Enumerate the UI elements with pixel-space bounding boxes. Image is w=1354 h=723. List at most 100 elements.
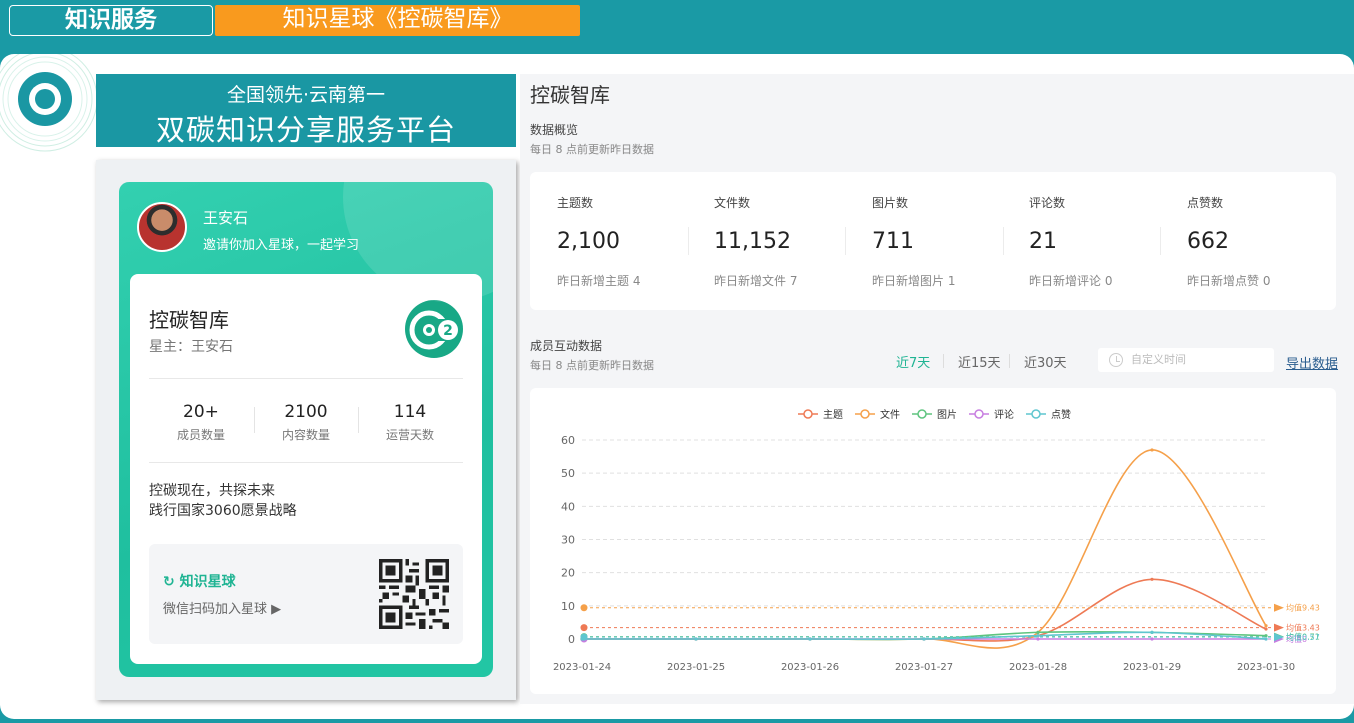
overview-images: 图片数 711 昨日新增图片 1 <box>845 194 1003 289</box>
custom-time-input[interactable]: 自定义时间 <box>1098 348 1274 372</box>
custom-time-placeholder: 自定义时间 <box>1131 353 1186 366</box>
legend-label: 文件 <box>880 408 900 421</box>
average-arrow <box>1274 623 1284 632</box>
range-divider <box>1009 354 1010 368</box>
tab-knowledge-planet[interactable]: 知识星球《控碳智库》 <box>215 5 580 36</box>
x-tick-label: 2023-01-25 <box>667 662 725 673</box>
overview-title: 数据概览 <box>530 123 579 137</box>
scan-to-join: 微信扫码加入星球 ▶ <box>163 602 282 617</box>
overview-label: 文件数 <box>714 196 751 210</box>
average-arrow <box>1274 603 1284 612</box>
tab-knowledge-service[interactable]: 知识服务 <box>9 5 213 36</box>
y-tick-label: 20 <box>561 567 575 580</box>
overview-value: 11,152 <box>714 229 791 254</box>
y-tick-label: 0 <box>568 633 575 646</box>
interaction-chart-card: 0 10 20 30 40 50 60 2023-01-24 2023-01-25 2023-01… <box>530 388 1336 694</box>
overview-files: 文件数 11,152 昨日新增文件 7 <box>687 194 845 289</box>
data-point <box>1264 624 1268 628</box>
data-point <box>1150 637 1154 641</box>
refresh-icon: ↻ <box>163 574 175 590</box>
platform-banner: 全国领先·云南第一 双碳知识分享服务平台 <box>96 74 516 147</box>
overview-increase: 昨日新增评论 0 <box>1029 274 1113 288</box>
overview-comments: 评论数 21 昨日新增评论 0 <box>1002 194 1160 289</box>
legend-marker <box>1031 409 1041 419</box>
zsxq-brand: ↻ 知识星球 <box>163 571 236 591</box>
average-label: 均值9.43 <box>1286 603 1320 613</box>
data-point <box>1150 448 1154 452</box>
legend-label: 点赞 <box>1051 408 1071 421</box>
owner-name: 王安石 <box>203 209 249 227</box>
overview-card: 主题数 2,100 昨日新增主题 4 文件数 11,152 昨日新增文件 7 图… <box>530 172 1336 310</box>
planet-card-frame: 王安石 邀请你加入星球，一起学习 控碳智库 星主：王安石 2 20+ 成员数量 … <box>96 160 516 700</box>
legend-label: 主题 <box>823 409 843 421</box>
overview-value: 711 <box>872 229 914 254</box>
stat-value: 114 <box>393 402 427 422</box>
interaction-note: 每日 8 点前更新昨日数据 <box>530 359 654 372</box>
average-start-marker <box>580 624 588 632</box>
overview-label: 图片数 <box>872 196 909 210</box>
data-point <box>1150 577 1154 581</box>
overview-increase: 昨日新增点赞 0 <box>1187 274 1271 288</box>
overview-topics: 主题数 2,100 昨日新增主题 4 <box>530 194 688 289</box>
data-point <box>1036 634 1040 638</box>
data-point <box>1264 627 1268 631</box>
legend-label: 图片 <box>937 408 957 421</box>
co2-logo-icon: 2 <box>405 300 463 358</box>
dashboard-main: 控碳智库 数据概览 每日 8 点前更新昨日数据 主题数 2,100 昨日新增主题… <box>520 74 1354 704</box>
data-point <box>1036 637 1040 641</box>
data-point <box>922 637 926 641</box>
legend-label: 评论 <box>994 408 1014 421</box>
stat-label: 内容数量 <box>281 428 330 442</box>
overview-likes: 点赞数 662 昨日新增点赞 0 <box>1160 194 1318 289</box>
average-label: 均值0.57 <box>1286 632 1320 642</box>
y-tick-label: 30 <box>561 534 575 547</box>
stat-members: 20+ 成员数量 <box>149 402 253 443</box>
clock-icon <box>1109 353 1123 367</box>
interaction-title: 成员互动数据 <box>530 339 603 353</box>
range-divider <box>943 354 944 368</box>
qr-code-icon[interactable] <box>379 559 449 629</box>
interaction-line-chart: 0 10 20 30 40 50 60 2023-01-24 2023-01-25 2023-01… <box>553 408 1320 673</box>
data-point <box>580 637 584 641</box>
y-tick-label: 60 <box>561 434 575 447</box>
data-point <box>694 637 698 641</box>
divider <box>149 378 463 379</box>
legend-marker <box>917 409 927 419</box>
x-tick-label: 2023-01-29 <box>1123 662 1181 673</box>
y-tick-label: 10 <box>561 600 575 613</box>
stat-value: 20+ <box>183 402 219 422</box>
x-tick-label: 2023-01-28 <box>1009 662 1067 673</box>
qr-join-box[interactable]: ↻ 知识星球 微信扫码加入星球 ▶ <box>149 544 463 644</box>
stat-label: 成员数量 <box>176 428 225 442</box>
range-7-days[interactable]: 近7天 <box>896 352 930 371</box>
x-tick-label: 2023-01-30 <box>1237 662 1295 673</box>
content-panel: 全国领先·云南第一 双碳知识分享服务平台 王安石 邀请你加入星球，一起学习 控碳… <box>0 54 1354 719</box>
legend-marker <box>860 409 870 419</box>
stat-content: 2100 内容数量 <box>254 402 358 443</box>
divider <box>149 462 463 463</box>
overview-value: 2,100 <box>557 229 620 254</box>
y-tick-label: 50 <box>561 467 575 480</box>
slogan-line: 践行国家3060愿景战略 <box>149 503 297 519</box>
data-point <box>1036 630 1040 634</box>
stat-value: 2100 <box>284 402 328 422</box>
data-point <box>1264 637 1268 641</box>
range-30-days[interactable]: 近30天 <box>1024 352 1067 371</box>
data-point <box>1150 630 1154 634</box>
overview-label: 主题数 <box>557 196 594 210</box>
overview-increase: 昨日新增文件 7 <box>714 274 798 288</box>
data-point <box>808 637 812 641</box>
overview-value: 21 <box>1029 229 1057 254</box>
range-15-days[interactable]: 近15天 <box>958 352 1001 371</box>
legend-marker <box>974 409 984 419</box>
planet-name: 控碳智库 <box>149 308 229 332</box>
x-tick-label: 2023-01-27 <box>895 662 953 673</box>
invite-text: 邀请你加入星球，一起学习 <box>203 238 360 253</box>
series-line <box>582 578 1267 642</box>
overview-increase: 昨日新增图片 1 <box>872 274 956 288</box>
planet-slogan: 控碳现在，共探未来 践行国家3060愿景战略 <box>149 481 297 521</box>
export-data-link[interactable]: 导出数据 <box>1286 353 1338 372</box>
banner-subtitle: 全国领先·云南第一 <box>226 84 386 106</box>
banner-title: 双碳知识分享服务平台 <box>155 113 456 147</box>
planet-owner: 星主：王安石 <box>149 339 233 355</box>
